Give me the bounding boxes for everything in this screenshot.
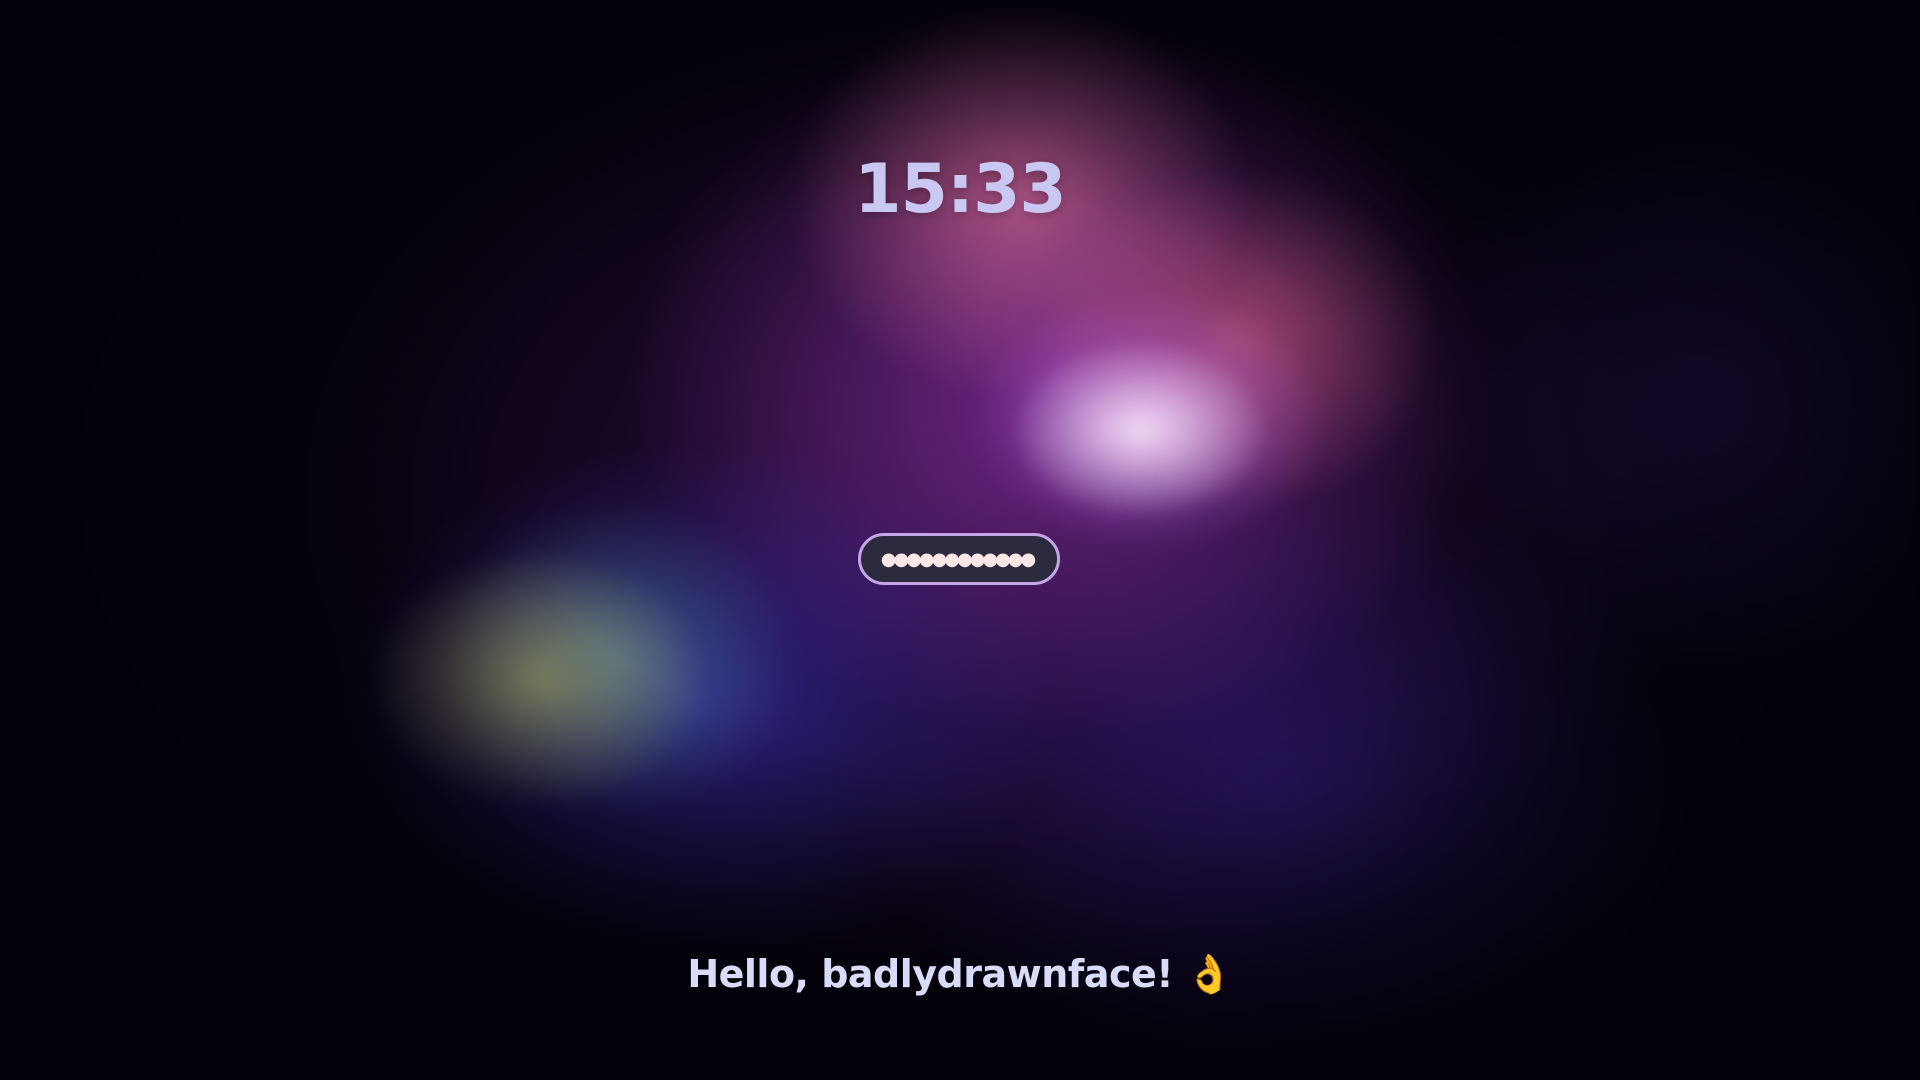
password-dots: ●●●●●●●●●●●● — [880, 548, 1036, 570]
greeting-text: Hello, badlydrawnface! 👌 — [0, 952, 1920, 997]
ok-hand-icon: 👌 — [1185, 952, 1233, 996]
clock-time: 15:33 — [854, 150, 1066, 229]
lock-screen: 15:33 ●●●●●●●●●●●● Hello, badlydrawnface… — [0, 0, 1920, 1080]
greeting-message: Hello, badlydrawnface! — [687, 952, 1174, 996]
password-input[interactable]: ●●●●●●●●●●●● — [858, 533, 1060, 585]
